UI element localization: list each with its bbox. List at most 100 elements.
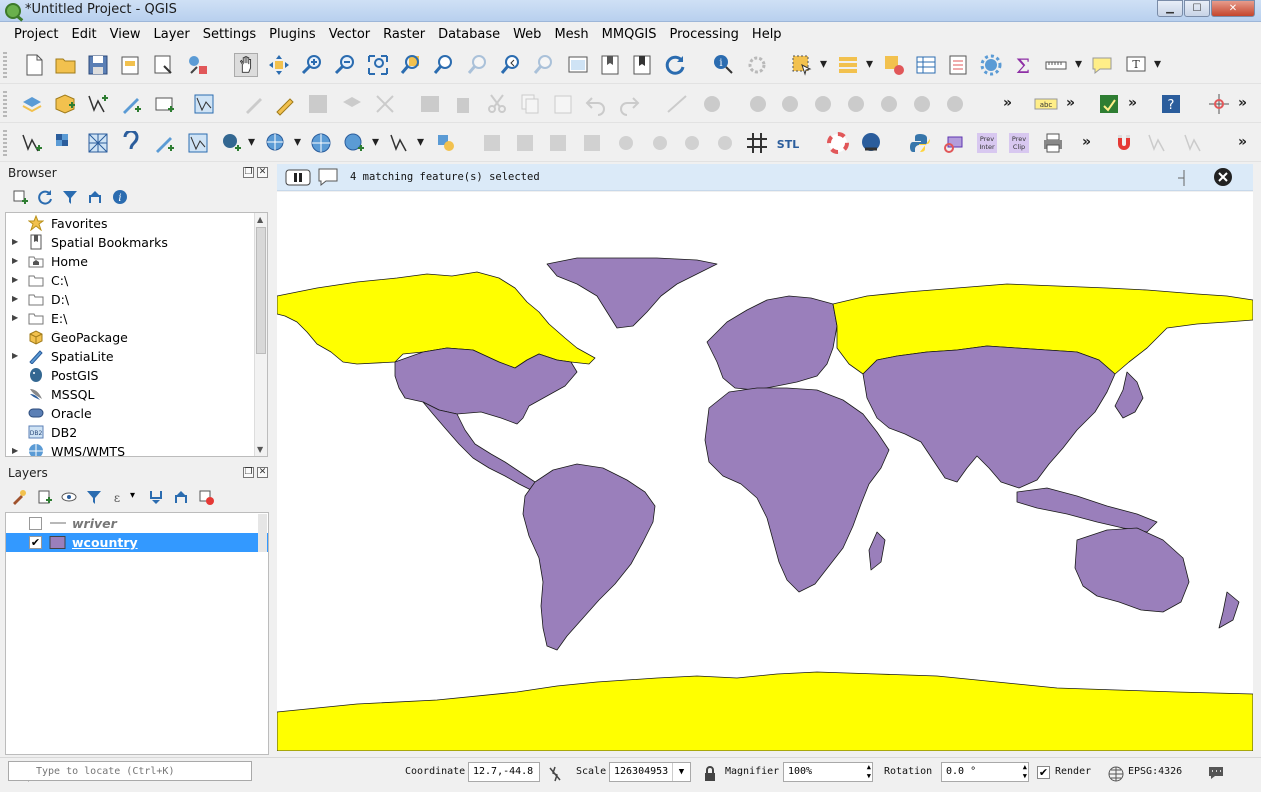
add-vector-layer-icon[interactable]	[86, 92, 110, 116]
disabled-tool-3-icon[interactable]	[546, 131, 570, 155]
map-canvas[interactable]	[277, 192, 1253, 751]
identify-features-icon[interactable]: i	[712, 53, 736, 77]
expand-arrow-icon[interactable]: ▶	[12, 313, 18, 322]
country-greenland[interactable]	[546, 257, 718, 329]
toolbar-overflow-icon[interactable]: »	[1082, 134, 1091, 150]
stl-export-icon[interactable]: STL	[776, 131, 800, 155]
browser-item-drive-c[interactable]: ▶ C:\	[6, 271, 256, 290]
wcs-dropdown-icon[interactable]: ▾	[372, 134, 379, 150]
delete-selected-icon[interactable]	[451, 92, 475, 116]
data-source-manager-icon[interactable]	[20, 92, 44, 116]
new-project-icon[interactable]	[22, 53, 46, 77]
add-part-icon[interactable]	[746, 92, 770, 116]
menu-web[interactable]: Web	[507, 23, 548, 45]
add-wcs-layer-icon[interactable]	[342, 131, 366, 155]
add-mesh-layer-icon[interactable]	[86, 131, 110, 155]
layer-visibility-checkbox[interactable]: ✔	[29, 536, 42, 549]
scale-dropdown-icon[interactable]: ▼	[672, 763, 690, 781]
filter-browser-icon[interactable]	[62, 189, 78, 205]
label-tool-icon[interactable]: abc	[1034, 92, 1058, 116]
deselect-all-icon[interactable]	[882, 53, 906, 77]
processing-toolbox-icon[interactable]	[979, 53, 1003, 77]
add-arcgis-layer-icon[interactable]	[434, 131, 458, 155]
zoom-last-icon[interactable]	[499, 53, 523, 77]
country-africa[interactable]	[704, 387, 890, 593]
toolbar-overflow-icon[interactable]: »	[1238, 95, 1247, 111]
prev-inter-icon[interactable]: PrevInter	[975, 131, 999, 155]
menu-mmqgis[interactable]: MMQGIS	[596, 23, 664, 45]
magnifier-spinner-icon[interactable]: ▲ ▼	[867, 763, 871, 781]
coordinate-field[interactable]: 12.7,-44.8	[468, 762, 540, 782]
layer-visibility-checkbox[interactable]	[29, 517, 42, 530]
save-project-icon[interactable]	[86, 53, 110, 77]
paste-features-icon[interactable]	[551, 92, 575, 116]
browser-item-spatialite[interactable]: ▶ SpatiaLite	[6, 347, 256, 366]
browser-item-drive-e[interactable]: ▶ E:\	[6, 309, 256, 328]
expand-arrow-icon[interactable]: ▶	[12, 446, 18, 455]
properties-info-icon[interactable]: i	[112, 189, 128, 205]
style-manager-icon[interactable]	[186, 53, 210, 77]
disabled-tool-4-icon[interactable]	[580, 131, 604, 155]
browser-item-mssql[interactable]: MSSQL	[6, 385, 256, 404]
digitize-with-segment-icon[interactable]	[665, 92, 689, 116]
expand-arrow-icon[interactable]: ▶	[12, 256, 18, 265]
new-temporary-layer-icon[interactable]	[119, 92, 143, 116]
messages-log-icon[interactable]	[1207, 765, 1225, 781]
menu-database[interactable]: Database	[432, 23, 507, 45]
crs-globe-icon[interactable]	[1108, 766, 1124, 782]
menu-plugins[interactable]: Plugins	[263, 23, 323, 45]
vertex-tool-icon[interactable]	[373, 92, 397, 116]
magnet-snapping-icon[interactable]	[1112, 131, 1136, 155]
pause-render-icon[interactable]	[285, 169, 311, 186]
manage-visibility-icon[interactable]	[61, 489, 77, 505]
add-spatialite-layer-icon[interactable]	[152, 131, 176, 155]
run-action-icon[interactable]	[745, 53, 769, 77]
browser-item-favorites[interactable]: Favorites	[6, 214, 256, 233]
disabled-vertex-2-icon[interactable]	[1182, 131, 1206, 155]
offset-curve-icon[interactable]	[910, 92, 934, 116]
zoom-to-selection-icon[interactable]	[399, 53, 423, 77]
world-map[interactable]	[277, 192, 1253, 751]
disabled-tool-5-icon[interactable]	[614, 131, 638, 155]
measure-line-icon[interactable]	[1044, 53, 1068, 77]
menu-view[interactable]: View	[104, 23, 148, 45]
add-selected-layers-icon[interactable]	[12, 189, 28, 205]
delete-ring-icon[interactable]	[811, 92, 835, 116]
add-wms-layer-icon[interactable]	[192, 92, 216, 116]
scale-combobox[interactable]: 126304953 ▼	[609, 762, 691, 782]
menu-raster[interactable]: Raster	[377, 23, 432, 45]
scroll-up-icon[interactable]: ▲	[257, 215, 263, 224]
refresh-browser-icon[interactable]	[37, 189, 53, 205]
float-panel-button[interactable]: ❐	[243, 467, 254, 478]
reshape-features-icon[interactable]	[877, 92, 901, 116]
browser-item-drive-d[interactable]: ▶ D:\	[6, 290, 256, 309]
country-europe[interactable]	[706, 295, 838, 391]
expand-arrow-icon[interactable]: ▶	[12, 237, 18, 246]
toolbar-overflow-icon[interactable]: »	[1003, 95, 1012, 111]
country-japan[interactable]	[1114, 371, 1144, 419]
lock-scale-icon[interactable]	[703, 765, 717, 783]
close-window-button[interactable]: ✕	[1211, 0, 1255, 17]
rotation-spinbox[interactable]: 0.0 ° ▲ ▼	[941, 762, 1029, 782]
close-panel-button[interactable]: ✕	[257, 167, 268, 178]
field-calculator-icon[interactable]	[946, 53, 970, 77]
expand-all-icon[interactable]	[148, 489, 164, 505]
layout-manager-icon[interactable]	[152, 53, 176, 77]
menu-edit[interactable]: Edit	[65, 23, 103, 45]
add-feature-icon[interactable]	[340, 92, 364, 116]
zoom-to-layer-icon[interactable]	[432, 53, 456, 77]
menu-processing[interactable]: Processing	[664, 23, 746, 45]
country-new-zealand[interactable]	[1218, 591, 1240, 629]
new-print-layout-icon[interactable]	[118, 53, 142, 77]
browser-item-oracle[interactable]: Oracle	[6, 404, 256, 423]
annotation-dropdown-icon[interactable]: ▾	[1154, 56, 1161, 72]
modify-attributes-icon[interactable]	[418, 92, 442, 116]
browser-item-geopackage[interactable]: GeoPackage	[6, 328, 256, 347]
toggle-extents-icon[interactable]	[546, 765, 564, 783]
browser-item-wms[interactable]: ▶ WMS/WMTS	[6, 442, 256, 456]
select-value-dropdown-icon[interactable]: ▾	[866, 56, 873, 72]
map-tips-icon[interactable]	[1090, 53, 1114, 77]
collapse-all-layers-icon[interactable]	[173, 489, 189, 505]
expand-arrow-icon[interactable]: ▶	[12, 351, 18, 360]
browser-item-postgis[interactable]: PostGIS	[6, 366, 256, 385]
